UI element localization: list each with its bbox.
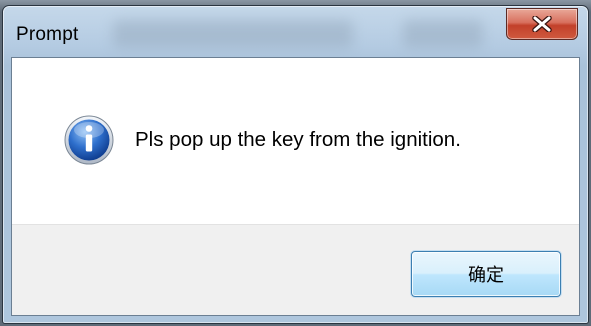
title-bar-blurred-area bbox=[113, 20, 353, 48]
dialog-message: Pls pop up the key from the ignition. bbox=[135, 128, 461, 151]
information-icon bbox=[64, 115, 114, 165]
ok-button[interactable]: 确定 bbox=[411, 251, 561, 297]
dialog-body: Pls pop up the key from the ignition. 确定 bbox=[11, 57, 580, 316]
close-button[interactable] bbox=[506, 8, 578, 40]
message-area: Pls pop up the key from the ignition. bbox=[12, 58, 579, 224]
title-bar-blurred-area bbox=[403, 20, 483, 48]
close-icon bbox=[532, 16, 552, 32]
title-bar[interactable]: Prompt bbox=[3, 6, 588, 58]
prompt-dialog-window: Prompt Pls pop up the key from the ignit… bbox=[2, 5, 589, 324]
button-panel: 确定 bbox=[12, 224, 579, 315]
window-title: Prompt bbox=[16, 24, 79, 45]
